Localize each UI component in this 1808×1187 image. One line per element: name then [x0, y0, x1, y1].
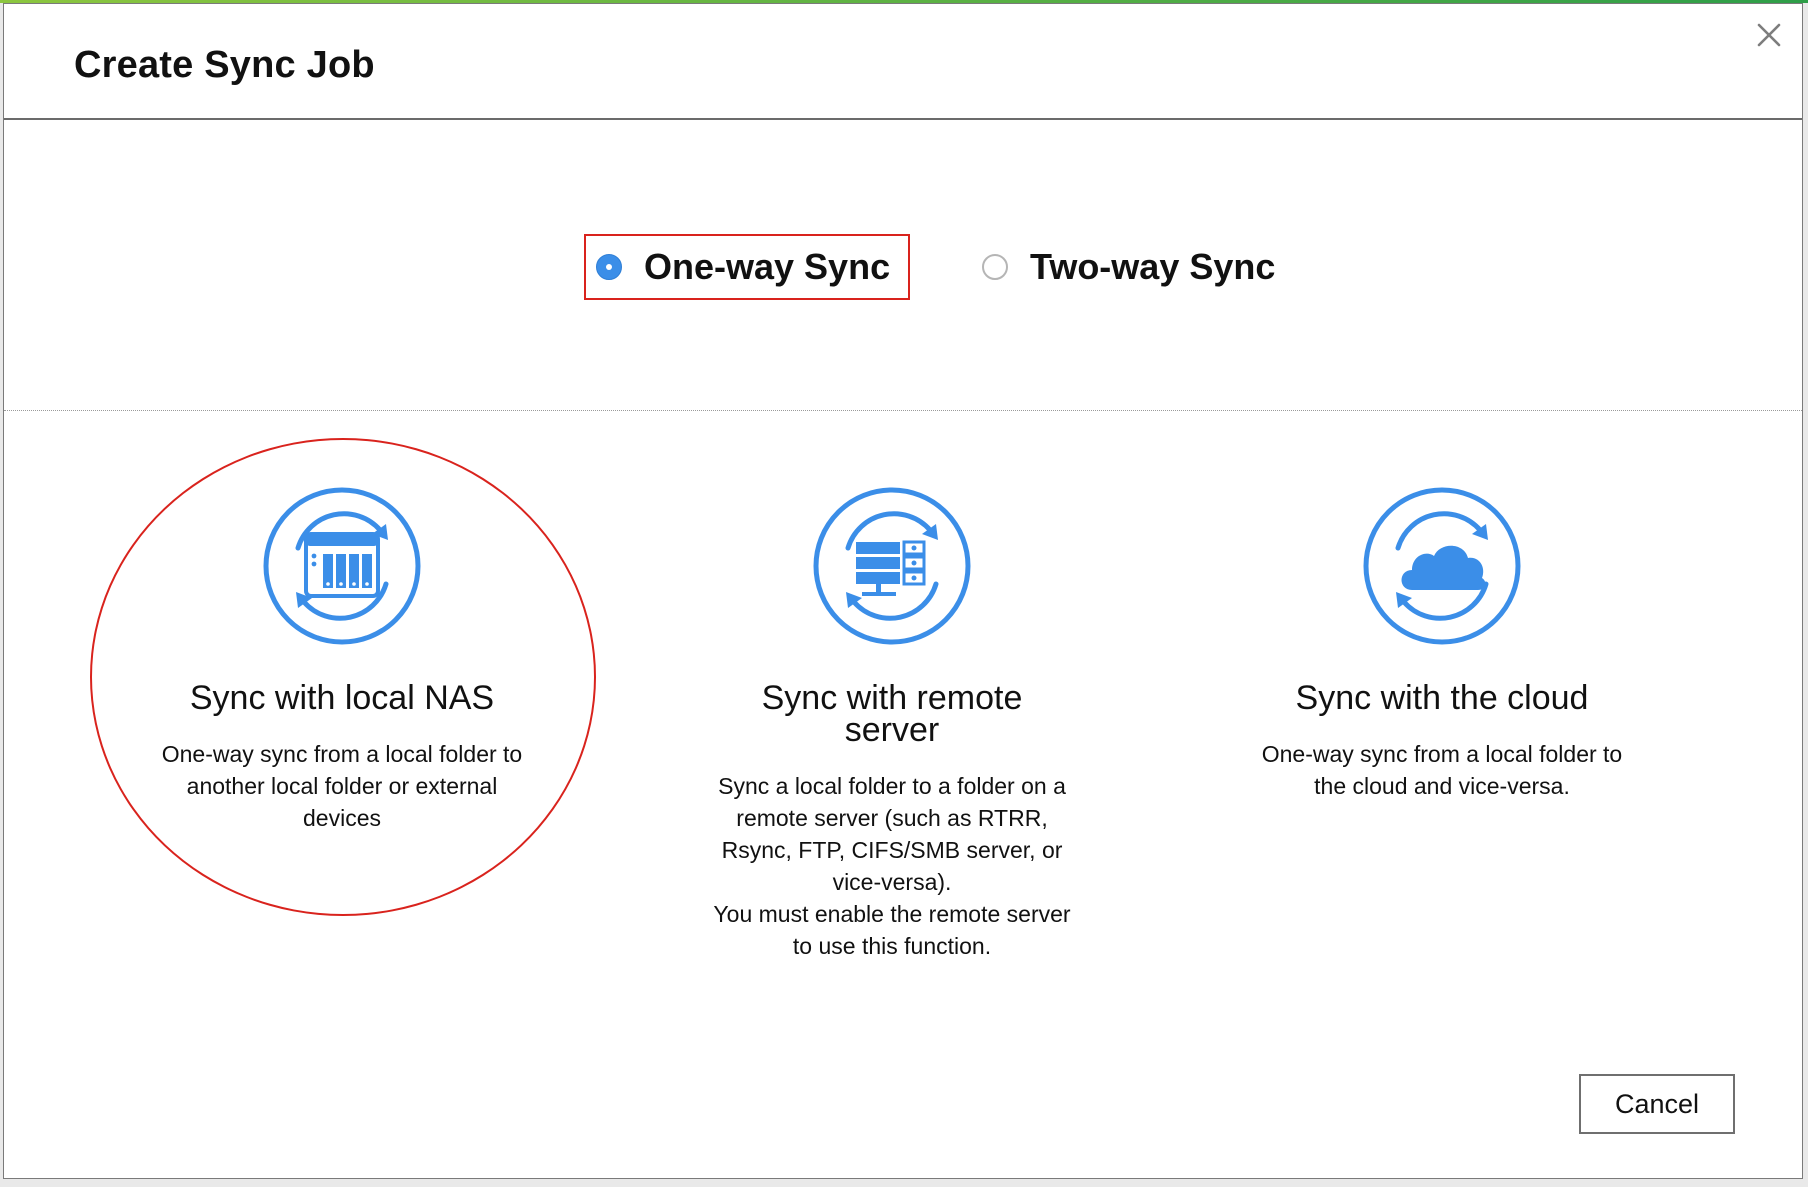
nas-sync-icon — [263, 487, 421, 645]
section-divider — [4, 410, 1802, 411]
one-way-sync-radio[interactable]: One-way Sync — [584, 234, 910, 300]
cancel-button[interactable]: Cancel — [1579, 1074, 1735, 1134]
dialog-header: Create Sync Job — [4, 4, 1802, 120]
screen: Create Sync Job One-way Sync Two-way Syn… — [0, 0, 1808, 1187]
sync-local-nas-description: One-way sync from a local folder to anot… — [161, 741, 523, 831]
sync-remote-server-title: Sync with remote server — [761, 679, 1023, 749]
close-icon — [1757, 23, 1781, 47]
one-way-sync-label: One-way Sync — [644, 246, 891, 287]
cloud-sync-icon — [1363, 487, 1521, 645]
sync-cloud-description: One-way sync from a local folder to the … — [1261, 741, 1623, 799]
sync-cloud-title: Sync with the cloud — [1295, 679, 1589, 717]
remote-server-sync-icon — [813, 487, 971, 645]
radio-checked-icon — [596, 254, 622, 280]
sync-remote-server-description: Sync a local folder to a folder on a rem… — [713, 773, 1071, 959]
create-sync-job-dialog: Create Sync Job One-way Sync Two-way Syn… — [3, 3, 1803, 1179]
sync-type-selector: One-way Sync Two-way Sync — [4, 234, 1802, 304]
dialog-title: Create Sync Job — [74, 44, 375, 86]
two-way-sync-label: Two-way Sync — [1030, 246, 1276, 287]
radio-unchecked-icon — [982, 254, 1008, 280]
sync-local-nas-title: Sync with local NAS — [189, 679, 495, 717]
sync-local-nas-option[interactable]: Sync with local NAS One-way sync from a … — [132, 486, 552, 834]
sync-cloud-option[interactable]: Sync with the cloud One-way sync from a … — [1232, 486, 1652, 802]
sync-remote-server-option[interactable]: Sync with remote server Sync a local fol… — [682, 486, 1102, 962]
two-way-sync-radio[interactable]: Two-way Sync — [980, 234, 1302, 300]
close-button[interactable] — [1752, 18, 1786, 52]
